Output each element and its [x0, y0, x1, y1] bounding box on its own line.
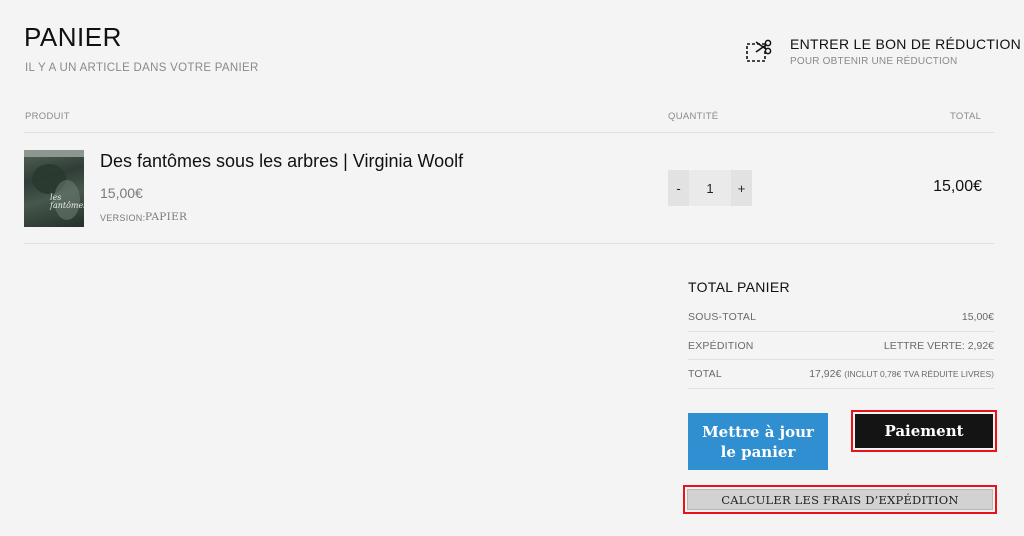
divider: [688, 388, 994, 389]
quantity-decrease-button[interactable]: -: [668, 170, 689, 206]
product-title-link[interactable]: Des fantômes sous les arbres | Virginia …: [100, 151, 463, 172]
cover-text: les fantômes: [50, 193, 84, 210]
total-value: 17,92€: [809, 368, 842, 380]
coupon-subtitle: POUR OBTENIR UNE RÉDUCTION: [790, 56, 958, 67]
coupon-link[interactable]: ENTRER LE BON DE RÉDUCTION POUR OBTENIR …: [745, 34, 1021, 74]
column-header-total: TOTAL: [950, 111, 982, 122]
quantity-stepper: - 1 +: [668, 170, 752, 206]
update-cart-button[interactable]: Mettre à jour le panier: [688, 413, 828, 470]
column-header-product: PRODUIT: [25, 111, 70, 122]
cart-count-text: IL Y A UN ARTICLE DANS VOTRE PANIER: [25, 62, 259, 74]
version-value: PAPIER: [145, 211, 188, 223]
shipping-value: LETTRE VERTE: 2,92€: [883, 340, 994, 352]
total-value-group: 17,92€ (INCLUT 0,78€ TVA RÉDUITE LIVRES): [809, 368, 994, 380]
column-header-quantity: QUANTITÉ: [668, 111, 719, 122]
divider: [688, 359, 994, 360]
pay-button[interactable]: Paiement: [855, 414, 993, 448]
scissors-coupon-icon: [746, 39, 772, 62]
subtotal-value: 15,00€: [961, 311, 994, 323]
total-tax-note: (INCLUT 0,78€ TVA RÉDUITE LIVRES): [844, 369, 994, 379]
subtotal-label: SOUS-TOTAL: [688, 311, 757, 323]
coupon-title[interactable]: ENTRER LE BON DE RÉDUCTION: [790, 36, 1021, 52]
cart-totals-title: TOTAL PANIER: [688, 279, 790, 295]
total-label: TOTAL: [688, 368, 722, 380]
divider: [24, 132, 994, 133]
page-title: PANIER: [24, 22, 122, 52]
quantity-input[interactable]: 1: [689, 170, 731, 206]
quantity-increase-button[interactable]: +: [731, 170, 752, 206]
line-total: 15,00€: [933, 178, 982, 195]
divider: [688, 331, 994, 332]
product-cover-image[interactable]: les fantômes: [24, 150, 84, 227]
product-price: 15,00€: [100, 185, 143, 201]
version-label: VERSION:: [100, 213, 146, 223]
divider: [24, 243, 994, 244]
shipping-label: EXPÉDITION: [688, 340, 754, 352]
calculate-shipping-button[interactable]: CALCULER LES FRAIS D’EXPÉDITION: [687, 489, 993, 510]
